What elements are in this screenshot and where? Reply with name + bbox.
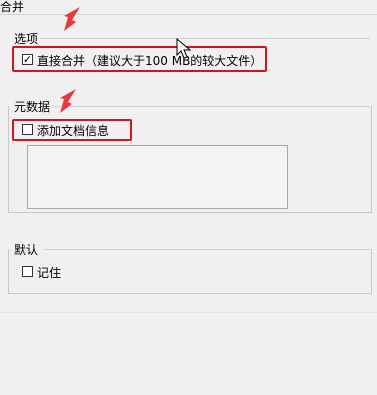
window-title: 合并 [0,0,25,14]
defaults-group-box [8,249,372,294]
direct-merge-label[interactable]: 直接合并（建议大于100 MB的较大文件） [37,52,262,69]
checkmark-icon: ✓ [22,53,33,66]
mouse-cursor-icon [176,38,192,59]
options-group-divider [40,38,370,39]
options-group-label: 选项 [14,30,39,47]
red-arrow-icon [60,89,76,113]
add-doc-info-label[interactable]: 添加文档信息 [37,122,109,139]
title-divider [0,14,377,15]
remember-checkbox[interactable] [22,266,33,277]
document-info-textarea[interactable] [27,145,288,209]
red-arrow-icon [64,7,80,31]
direct-merge-checkbox[interactable]: ✓ [22,54,33,65]
dialog-bottom-divider [0,312,377,313]
remember-label[interactable]: 记住 [37,264,61,281]
add-doc-info-checkbox[interactable] [22,124,33,135]
